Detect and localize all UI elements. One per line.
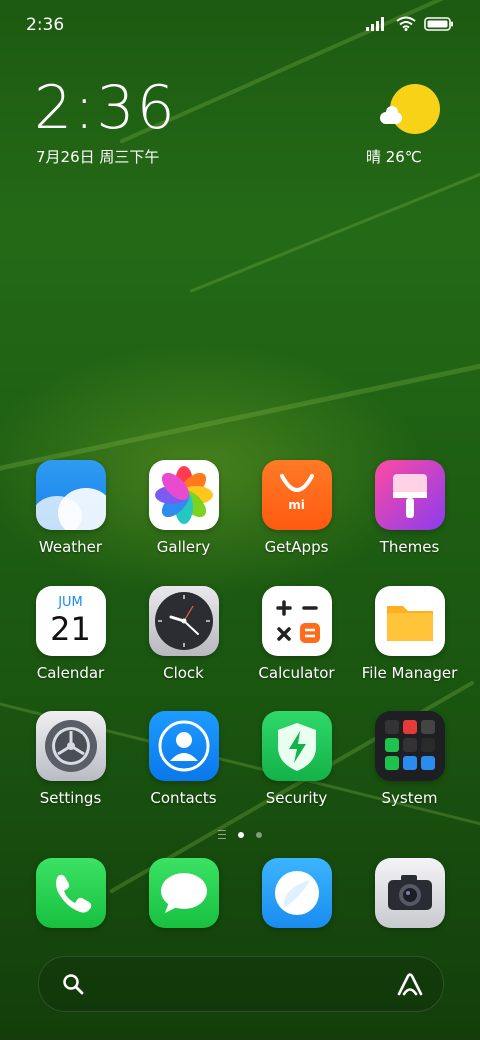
dock-messages[interactable] bbox=[127, 858, 240, 928]
app-calculator[interactable]: Calculator bbox=[240, 586, 353, 682]
dock-browser[interactable] bbox=[240, 858, 353, 928]
app-themes[interactable]: Themes bbox=[353, 460, 466, 556]
app-label: File Manager bbox=[361, 664, 458, 682]
app-label: Contacts bbox=[150, 789, 217, 807]
app-label: Calculator bbox=[258, 664, 335, 682]
app-label: Themes bbox=[379, 538, 440, 556]
dock-phone[interactable] bbox=[14, 858, 127, 928]
search-bar[interactable] bbox=[38, 956, 444, 1012]
app-security[interactable]: Security bbox=[240, 711, 353, 807]
app-label: Settings bbox=[39, 789, 102, 807]
shield-icon bbox=[261, 711, 332, 781]
app-label: Security bbox=[265, 789, 328, 807]
page-indicator bbox=[0, 830, 480, 839]
gallery-icon bbox=[148, 460, 219, 530]
calculator-icon bbox=[261, 586, 332, 656]
clock-widget-date: 7月26日 周三下午 bbox=[36, 148, 160, 166]
folder-system[interactable]: System bbox=[353, 711, 466, 807]
app-label: System bbox=[381, 789, 438, 807]
weather-widget-temp: 晴 26℃ bbox=[366, 148, 422, 166]
camera-icon bbox=[374, 858, 445, 928]
app-settings[interactable]: Settings bbox=[14, 711, 127, 807]
messages-icon bbox=[148, 858, 219, 928]
assistant-icon[interactable] bbox=[395, 971, 425, 997]
contacts-icon bbox=[148, 711, 219, 781]
browser-icon bbox=[261, 858, 332, 928]
app-file-manager[interactable]: File Manager bbox=[353, 586, 466, 682]
page-dot[interactable] bbox=[256, 831, 262, 838]
weather-app-icon bbox=[35, 460, 106, 530]
folder-icon bbox=[374, 586, 445, 656]
dock-camera[interactable] bbox=[353, 858, 466, 928]
app-contacts[interactable]: Contacts bbox=[127, 711, 240, 807]
app-label: Calendar bbox=[36, 664, 105, 682]
wifi-icon bbox=[396, 16, 416, 31]
getapps-logo: mi bbox=[288, 498, 305, 512]
settings-gear-icon bbox=[35, 711, 106, 781]
system-folder-icon bbox=[374, 711, 445, 781]
app-clock[interactable]: Clock bbox=[127, 586, 240, 682]
phone-icon bbox=[35, 858, 106, 928]
clock-icon bbox=[148, 586, 219, 656]
wallpaper-vein bbox=[0, 361, 480, 475]
app-label: Gallery bbox=[156, 538, 211, 556]
battery-icon bbox=[424, 16, 453, 31]
status-bar: 2:36 bbox=[0, 0, 480, 50]
cloud-icon bbox=[380, 106, 402, 124]
calendar-month: JUM bbox=[58, 595, 83, 610]
themes-icon bbox=[374, 460, 445, 530]
app-label: Weather bbox=[38, 538, 103, 556]
getapps-icon: mi bbox=[261, 460, 332, 530]
status-icons bbox=[366, 16, 454, 31]
clock-widget-time[interactable]: 2:36 bbox=[34, 76, 177, 140]
app-getapps[interactable]: mi GetApps bbox=[240, 460, 353, 556]
signal-icon bbox=[366, 16, 384, 31]
calendar-icon: JUM 21 bbox=[35, 586, 106, 656]
calendar-day: 21 bbox=[50, 610, 91, 648]
app-drawer-indicator[interactable] bbox=[218, 830, 226, 839]
page-dot-active[interactable] bbox=[238, 831, 244, 838]
search-icon bbox=[63, 974, 84, 995]
app-calendar[interactable]: JUM 21 Calendar bbox=[14, 586, 127, 682]
app-gallery[interactable]: Gallery bbox=[127, 460, 240, 556]
wallpaper-vein bbox=[189, 170, 480, 293]
app-label: Clock bbox=[163, 664, 204, 682]
app-label: GetApps bbox=[264, 538, 329, 556]
status-time: 2:36 bbox=[26, 15, 65, 35]
app-weather[interactable]: Weather bbox=[14, 460, 127, 556]
